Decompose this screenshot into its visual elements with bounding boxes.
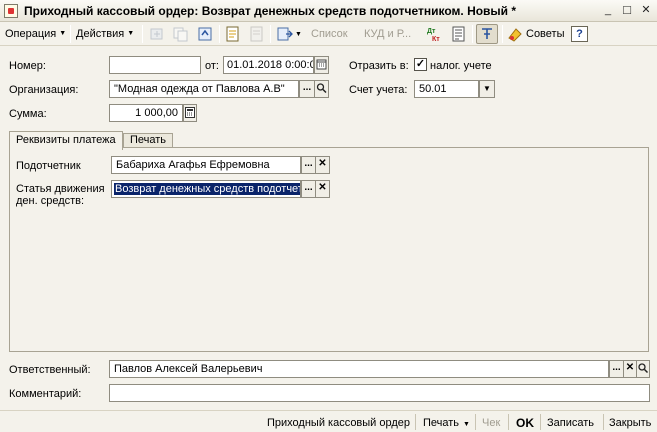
copy-icon[interactable] [172, 26, 190, 42]
post-document-icon[interactable] [224, 26, 242, 42]
title-bar: Приходный кассовый ордер: Возврат денежн… [0, 0, 657, 22]
tips-icon[interactable] [506, 26, 524, 42]
document-icon [4, 4, 18, 18]
cashflow-clear-button[interactable]: ✕ [315, 180, 330, 198]
journal-icon[interactable] [450, 26, 468, 42]
reflect-in-label: Отразить в: [349, 60, 409, 72]
number-input[interactable] [109, 56, 201, 74]
date-input[interactable]: 01.01.2018 0:00:00 [223, 56, 314, 74]
tab-payment-details[interactable]: Реквизиты платежа [9, 131, 123, 150]
payment-details-panel [9, 147, 649, 352]
based-on-arrow-icon[interactable]: ▼ [295, 31, 302, 38]
account-label: Счет учета: [349, 84, 408, 96]
add-icon[interactable] [148, 26, 166, 42]
receipt-button[interactable]: Чек [482, 416, 500, 430]
responsible-search-button[interactable] [636, 360, 650, 378]
svg-text:Дт: Дт [427, 28, 436, 35]
bottom-command-bar: Приходный кассовый ордер Печать ▼ Чек OK … [0, 410, 657, 432]
help-button[interactable]: ? [571, 26, 588, 42]
accountable-label: Подотчетник [16, 160, 81, 172]
comment-label: Комментарий: [9, 388, 82, 400]
calendar-button[interactable] [314, 56, 329, 74]
organization-label: Организация: [9, 84, 79, 96]
calculator-button[interactable] [183, 104, 197, 122]
refresh-icon[interactable] [196, 26, 214, 42]
minimize-button[interactable]: _ [600, 3, 616, 18]
operation-menu[interactable]: Операция ▼ [2, 26, 69, 42]
tab-print[interactable]: Печать [123, 133, 174, 148]
list-button[interactable]: Список [311, 26, 348, 42]
based-on-icon[interactable] [276, 26, 294, 42]
organization-search-button[interactable] [314, 80, 329, 98]
tax-accounting-label: налог. учете [430, 60, 492, 72]
accountable-input[interactable]: Бабариха Агафья Ефремовна [111, 156, 301, 174]
close-button[interactable]: Закрыть [609, 416, 651, 430]
tax-accounting-checkbox[interactable]: ✓ [414, 58, 427, 71]
accountable-clear-button[interactable]: ✕ [315, 156, 330, 174]
cashflow-item-input[interactable]: Возврат денежных средств подотчетн [111, 180, 301, 198]
save-button[interactable]: Записать [547, 416, 594, 430]
structure-toggle[interactable] [476, 24, 498, 44]
toolbar: Операция ▼ Действия ▼ ▼ Список КУД и Р... … [0, 22, 657, 46]
print-menu[interactable]: Печать ▼ [423, 416, 470, 432]
number-label: Номер: [9, 60, 46, 72]
kudir-button[interactable]: КУД и Р... [364, 26, 411, 42]
responsible-clear-button[interactable]: ✕ [623, 360, 637, 378]
svg-text:Кт: Кт [432, 36, 440, 42]
ok-button[interactable]: OK [516, 416, 534, 430]
maximize-button[interactable]: □ [619, 3, 635, 18]
cashflow-item-selected-text: Возврат денежных средств подотчетн [114, 183, 300, 195]
sum-label: Сумма: [9, 108, 47, 120]
dt-kt-icon[interactable]: Дт Кт [425, 26, 443, 43]
close-window-button[interactable]: ✕ [638, 3, 654, 18]
unpost-document-icon[interactable] [248, 26, 266, 42]
tips-button[interactable]: Советы [526, 26, 564, 42]
window-title: Приходный кассовый ордер: Возврат денежн… [24, 4, 517, 18]
responsible-select-button[interactable]: ... [609, 360, 624, 378]
responsible-input[interactable]: Павлов Алексей Валерьевич [109, 360, 609, 378]
organization-select-button[interactable]: ... [299, 80, 315, 98]
account-dropdown-button[interactable]: ▼ [479, 80, 495, 98]
sum-input[interactable]: 1 000,00 [109, 104, 183, 122]
comment-input[interactable] [109, 384, 650, 402]
cashflow-label-line2: ден. средств: [16, 195, 85, 207]
responsible-label: Ответственный: [9, 364, 91, 376]
account-input[interactable]: 50.01 [414, 80, 479, 98]
accountable-select-button[interactable]: ... [301, 156, 316, 174]
actions-menu[interactable]: Действия ▼ [73, 26, 137, 42]
organization-input[interactable]: "Модная одежда от Павлова А.В" [109, 80, 299, 98]
cash-receipt-order-print-button[interactable]: Приходный кассовый ордер [267, 416, 410, 430]
date-from-label: от: [205, 60, 219, 72]
cashflow-select-button[interactable]: ... [301, 180, 316, 198]
